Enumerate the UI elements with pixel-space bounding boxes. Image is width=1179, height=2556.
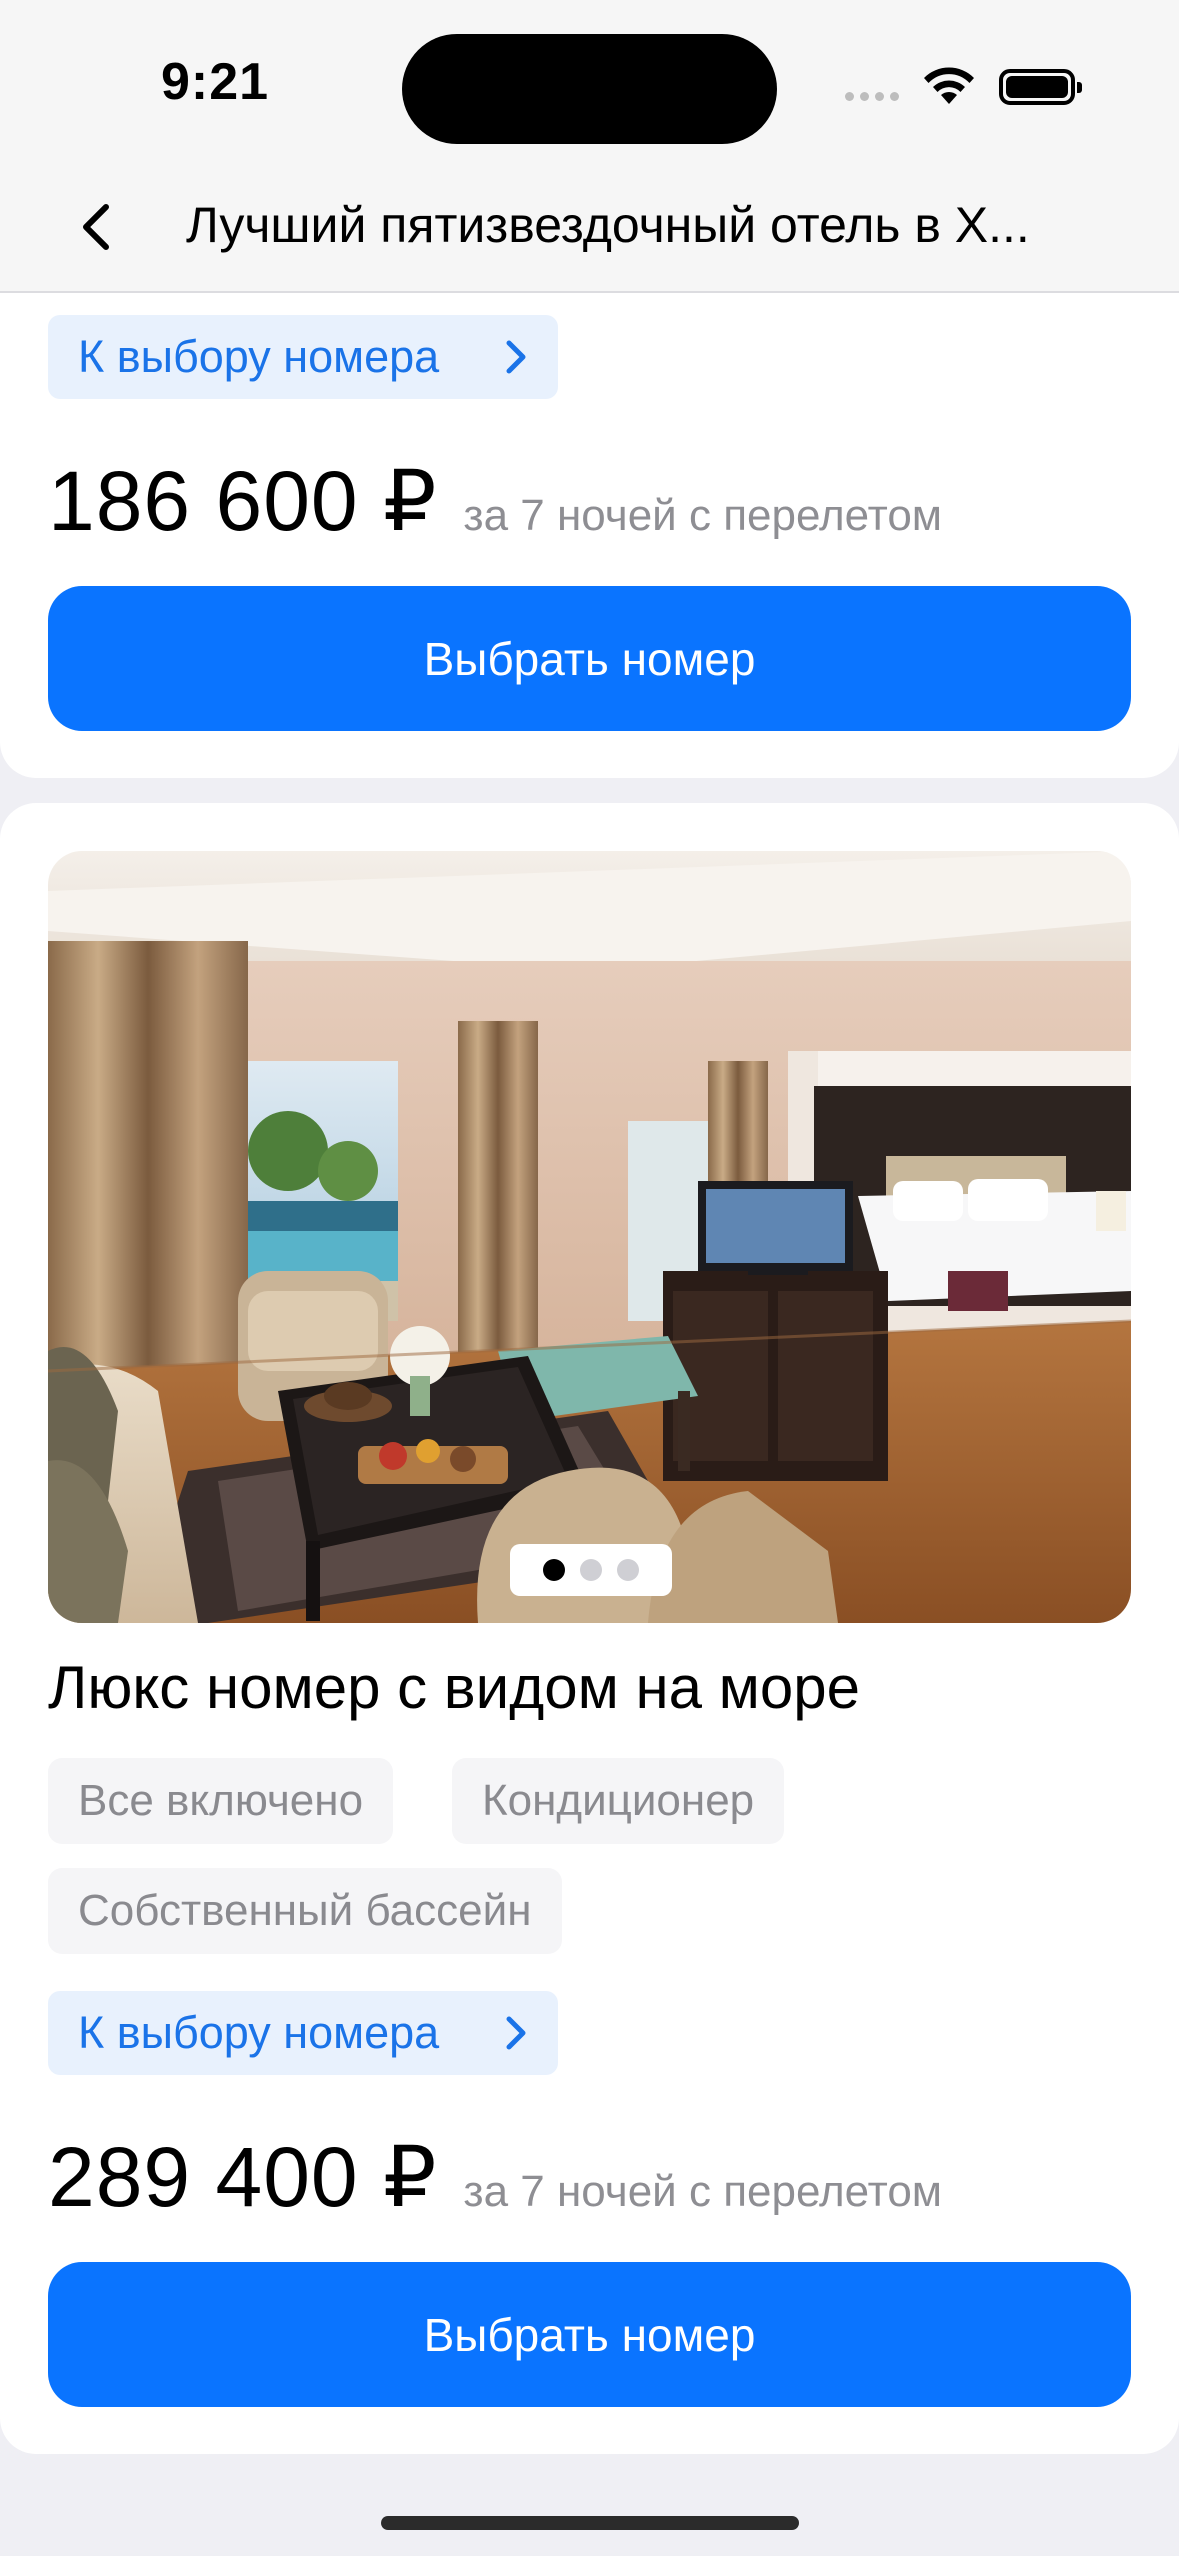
room-card: Люкс номер с видом на море Все включено … [0,803,1179,2454]
dynamic-island [402,34,777,144]
price-note: за 7 ночей с перелетом [463,491,943,540]
top-bar: 9:21 Лучший пятизвездочный отель в Х... [0,0,1179,293]
price-amount: 186 600 ₽ [48,454,438,548]
page-title: Лучший пятизвездочный отель в Х... [186,197,1030,253]
amenity-tag: Кондиционер [452,1758,785,1844]
amenity-tag: Все включено [48,1758,394,1844]
choose-room-link-label: К выбору номера [78,331,440,382]
price-note: за 7 ночей с перелетом [463,2167,943,2216]
room-photo-carousel[interactable] [48,851,1131,1623]
chevron-left-icon [83,204,109,250]
price-row: 186 600 ₽ за 7 ночей с перелетом [48,452,942,550]
chevron-right-icon [506,2016,526,2050]
pager-dot [617,1559,639,1581]
home-indicator [381,2516,799,2530]
choose-room-link[interactable]: К выбору номера [48,315,558,399]
select-room-button[interactable]: Выбрать номер [48,586,1131,731]
amenity-tag: Собственный бассейн [48,1868,562,1954]
price-row: 289 400 ₽ за 7 ночей с перелетом [48,2128,942,2226]
battery-icon [999,69,1082,105]
cellular-signal-icon [845,92,899,101]
choose-room-link[interactable]: К выбору номера [48,1991,558,2075]
photo-pager [510,1544,672,1596]
back-button[interactable] [60,192,130,262]
status-time: 9:21 [160,53,270,111]
room-title: Люкс номер с видом на море [48,1654,861,1721]
select-room-button[interactable]: Выбрать номер [48,2262,1131,2407]
chevron-right-icon [506,340,526,374]
pager-dot [580,1559,602,1581]
pager-dot-active [543,1559,565,1581]
wifi-icon [924,67,974,104]
choose-room-link-label: К выбору номера [78,2007,440,2058]
room-photo [48,851,1131,1623]
price-amount: 289 400 ₽ [48,2130,438,2224]
